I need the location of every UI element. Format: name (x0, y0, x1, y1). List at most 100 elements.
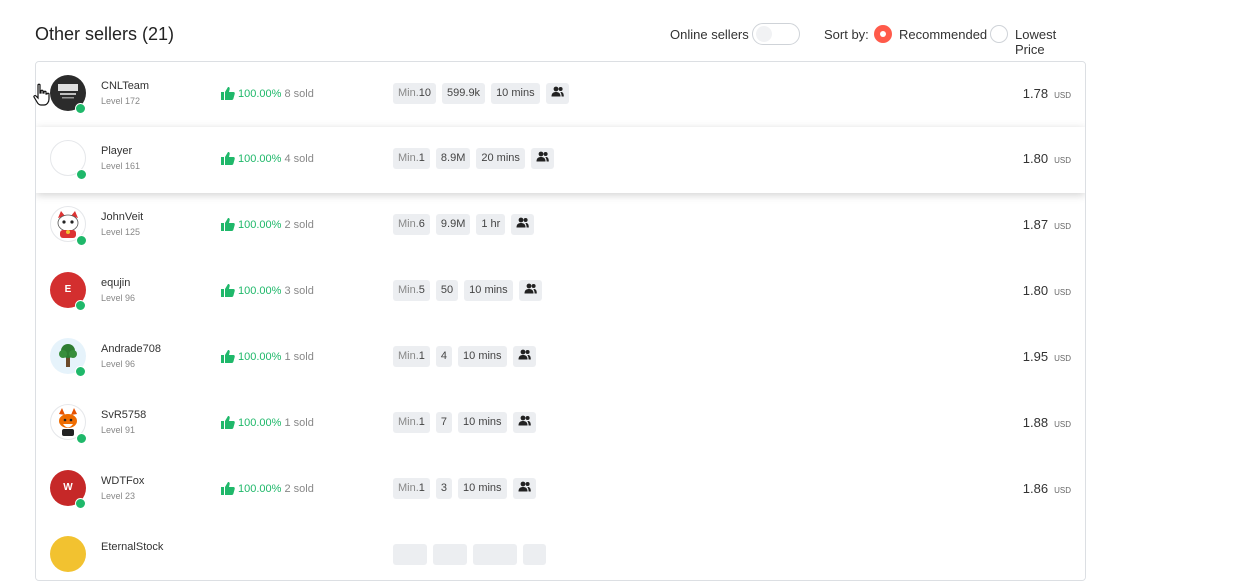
seller-row[interactable]: EternalStock (36, 523, 1085, 580)
avatar[interactable] (50, 206, 87, 246)
group-delivery-tag (530, 148, 554, 169)
offer-tags (393, 544, 552, 565)
currency: USD (1054, 486, 1071, 495)
avatar[interactable]: E (50, 272, 86, 311)
offer-tags: Min.1 4 10 mins (393, 346, 542, 367)
group-delivery-tag (545, 83, 569, 104)
seller-row[interactable]: W WDTFox Level 23 100.00% 2 sold Min.1 3… (36, 457, 1085, 524)
positive-rate: 100.00% (238, 483, 282, 495)
online-status-dot (75, 498, 86, 509)
seller-name[interactable]: WDTFox (101, 475, 144, 487)
group-delivery-tag (512, 412, 536, 433)
seller-name[interactable]: Player (101, 145, 132, 157)
thumbs-up-icon (221, 152, 235, 165)
offer-tags: Min.1 7 10 mins (393, 412, 542, 433)
seller-level: Level 23 (101, 491, 136, 501)
thumbs-up-icon (221, 87, 235, 100)
seller-level: Level 96 (101, 359, 136, 369)
avatar[interactable] (50, 140, 87, 180)
seller-name[interactable]: equjin (101, 277, 130, 289)
offer-tags: Min.6 9.9M 1 hr (393, 214, 540, 235)
positive-rate: 100.00% (238, 417, 282, 429)
min-label: Min. (398, 218, 419, 230)
avatar[interactable] (50, 404, 87, 444)
min-value: 5 (418, 284, 425, 296)
offer-tags: Min.5 50 10 mins (393, 280, 548, 301)
min-quantity-tag: Min.1 (393, 412, 430, 433)
price-value: 1.80 (1022, 151, 1049, 166)
seller-row[interactable]: SvR5758 Level 91 100.00% 1 sold Min.1 7 … (36, 391, 1085, 458)
delivery-time-tag: 10 mins (458, 478, 507, 499)
delivery-time-tag (473, 544, 517, 565)
group-delivery-tag (512, 478, 536, 499)
seller-name[interactable]: JohnVeit (101, 211, 143, 223)
min-label: Min. (398, 416, 419, 428)
currency: USD (1054, 354, 1071, 363)
delivery-time-tag: 10 mins (464, 280, 513, 301)
group-delivery-tag (523, 544, 546, 565)
seller-level: Level 91 (101, 425, 136, 435)
min-label: Min. (398, 152, 419, 164)
sellers-header: Other sellers (21) Online sellers Sort b… (35, 22, 1086, 57)
sort-by-label: Sort by: (824, 27, 869, 42)
seller-name[interactable]: CNLTeam (101, 80, 149, 92)
stock-tag: 3 (435, 478, 453, 499)
people-icon (518, 481, 531, 492)
price: 1.87 USD (1023, 217, 1071, 232)
price-value: 1.86 (1022, 481, 1049, 496)
min-value: 1 (418, 152, 425, 164)
seller-level: Level 125 (101, 227, 141, 237)
seller-name[interactable]: SvR5758 (101, 409, 146, 421)
sold-count: 1 sold (284, 351, 314, 363)
sort-lowest-price-label[interactable]: Lowest Price (1015, 27, 1086, 57)
seller-name[interactable]: EternalStock (101, 541, 163, 553)
min-quantity-tag: Min.6 (393, 214, 430, 235)
min-quantity-tag: Min.1 (393, 346, 430, 367)
sort-lowest-price-radio[interactable] (990, 25, 1008, 43)
seller-row[interactable]: Player Level 161 100.00% 4 sold Min.1 8.… (36, 127, 1085, 193)
seller-rating: 100.00% 8 sold (221, 87, 314, 100)
min-value: 10 (418, 87, 432, 99)
sort-recommended-radio[interactable] (874, 25, 892, 43)
price: 1.88 USD (1023, 415, 1071, 430)
price: 1.86 USD (1023, 481, 1071, 496)
online-sellers-toggle[interactable] (752, 23, 800, 45)
avatar[interactable] (50, 75, 86, 114)
currency: USD (1054, 222, 1071, 231)
online-status-dot (75, 103, 86, 114)
seller-row[interactable]: E equjin Level 96 100.00% 3 sold Min.5 5… (36, 259, 1085, 326)
avatar[interactable] (50, 338, 86, 377)
seller-rating: 100.00% 3 sold (221, 284, 314, 297)
online-status-dot (76, 433, 87, 444)
avatar[interactable]: W (50, 470, 86, 509)
seller-row[interactable]: Andrade708 Level 96 100.00% 1 sold Min.1… (36, 325, 1085, 392)
min-quantity-tag: Min.5 (393, 280, 430, 301)
price-value: 1.87 (1022, 217, 1049, 232)
sold-count: 3 sold (284, 285, 314, 297)
seller-rating: 100.00% 1 sold (221, 416, 314, 429)
stock-tag: 9.9M (435, 214, 471, 235)
offer-tags: Min.10 599.9k 10 mins (393, 83, 575, 104)
seller-row[interactable]: JohnVeit Level 125 100.00% 2 sold Min.6 … (36, 193, 1085, 260)
price: 1.80 USD (1023, 151, 1071, 166)
seller-row[interactable]: CNLTeam Level 172 100.00% 8 sold Min.10 … (36, 62, 1085, 129)
thumbs-up-icon (221, 284, 235, 297)
seller-name[interactable]: Andrade708 (101, 343, 161, 355)
people-icon (518, 349, 531, 360)
min-label: Min. (398, 350, 419, 362)
offer-tags: Min.1 3 10 mins (393, 478, 542, 499)
offer-tags: Min.1 8.9M 20 mins (393, 148, 560, 169)
sold-count: 2 sold (284, 483, 314, 495)
seller-rating: 100.00% 4 sold (221, 152, 314, 165)
currency: USD (1054, 288, 1071, 297)
sort-recommended-label[interactable]: Recommended (899, 27, 987, 42)
min-value: 6 (418, 218, 425, 230)
avatar[interactable] (50, 536, 86, 572)
positive-rate: 100.00% (238, 219, 282, 231)
people-icon (536, 151, 549, 162)
people-icon (524, 283, 537, 294)
min-quantity-tag: Min.1 (393, 148, 430, 169)
online-status-dot (75, 300, 86, 311)
min-quantity-tag: Min.10 (393, 83, 437, 104)
people-icon (518, 415, 531, 426)
